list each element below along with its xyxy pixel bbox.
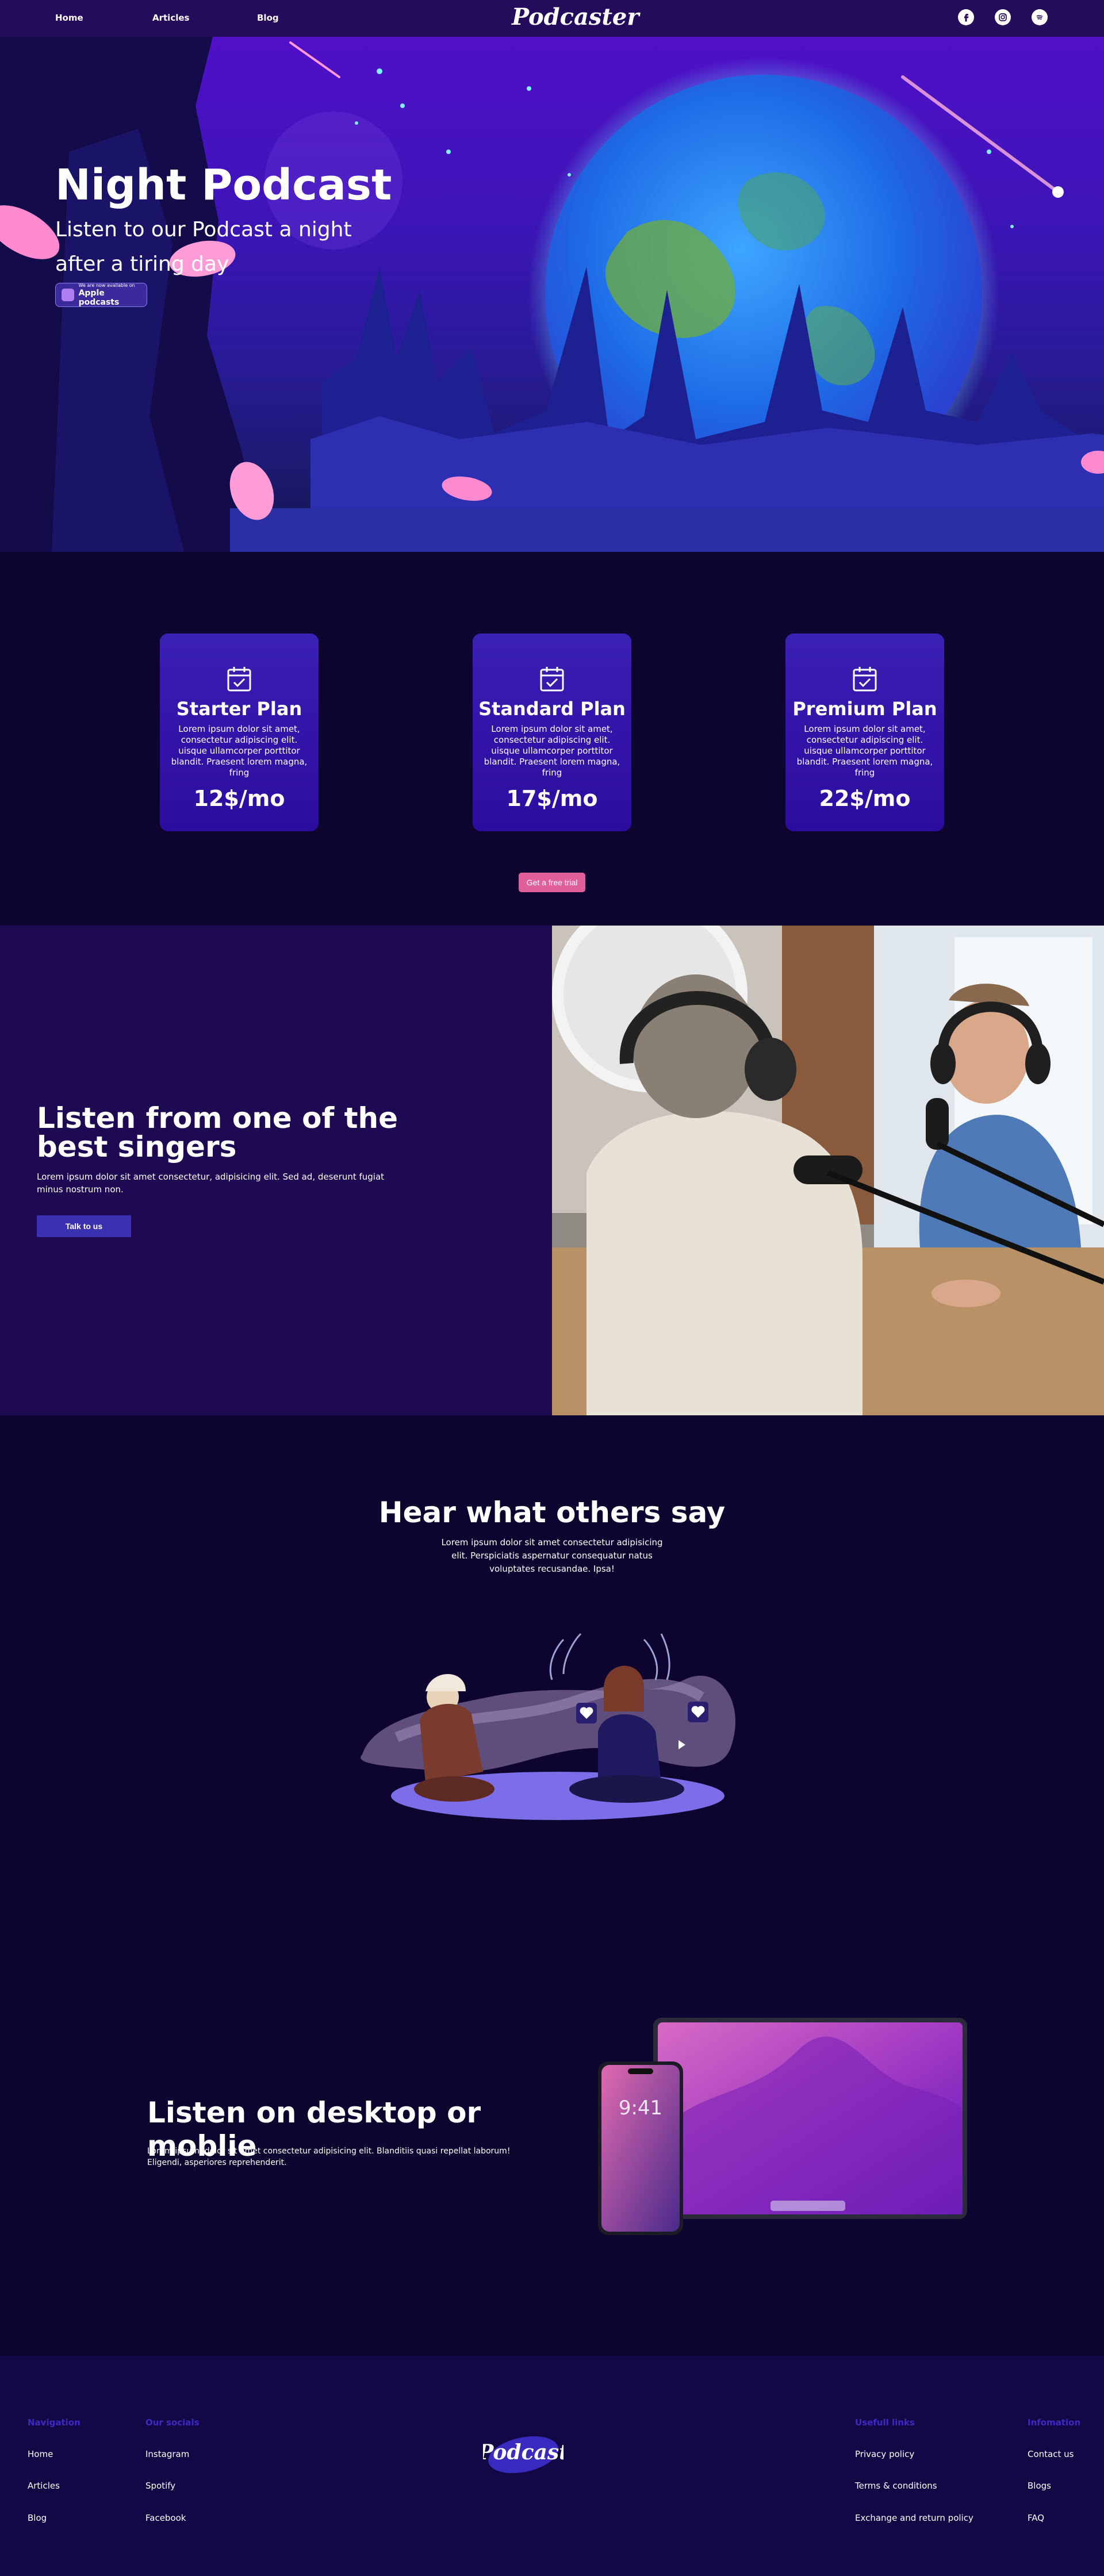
plan-card-premium[interactable]: Premium Plan Lorem ipsum dolor sit amet,… xyxy=(785,634,944,831)
plan-description: Lorem ipsum dolor sit amet, consectetur … xyxy=(171,724,308,778)
footer-link-facebook[interactable]: Facebook xyxy=(145,2513,186,2523)
footer-link-terms[interactable]: Terms & conditions xyxy=(855,2481,937,2491)
footer-logo[interactable]: Podcast xyxy=(483,2427,564,2479)
plan-price: 12$/mo xyxy=(193,786,285,811)
desktop-text: Lorem ipsum, dolor sit amet consectetur … xyxy=(147,2147,511,2167)
singers-section: Listen from one of the best singers Lore… xyxy=(0,926,1104,1415)
footer-link-blog[interactable]: Blog xyxy=(28,2513,47,2523)
footer-logo-text: Podcast xyxy=(483,2440,564,2464)
badge-small-text: We are now available on xyxy=(78,283,135,288)
podcast-studio-photo xyxy=(552,926,1104,1415)
footer-link-spotify[interactable]: Spotify xyxy=(145,2481,175,2491)
footer-link-faq[interactable]: FAQ xyxy=(1028,2513,1044,2523)
hero-section: Night Podcast Listen to our Podcast a ni… xyxy=(0,37,1104,552)
nav-articles-link[interactable]: Articles xyxy=(152,13,189,23)
instagram-icon[interactable] xyxy=(995,9,1011,25)
top-nav: Home Articles Blog Podcaster xyxy=(0,0,1104,37)
hero-subtitle: Listen to our Podcast a night after a ti… xyxy=(55,218,352,276)
footer-information-heading: Infomation xyxy=(1028,2417,1081,2428)
desktop-section: Listen on desktop or moblie Lorem ipsum,… xyxy=(0,1897,1104,2356)
talk-to-us-button[interactable]: Talk to us xyxy=(37,1215,131,1237)
apple-podcasts-icon xyxy=(62,289,74,301)
phone-clock: 9:41 xyxy=(619,2097,662,2120)
footer: Navigation Home Articles Blog Our social… xyxy=(0,2356,1104,2576)
hero-title: Night Podcast xyxy=(55,160,392,210)
plan-card-standard[interactable]: Standard Plan Lorem ipsum dolor sit amet… xyxy=(473,634,631,831)
footer-link-instagram[interactable]: Instagram xyxy=(145,2449,189,2459)
nav-home-link[interactable]: Home xyxy=(55,13,83,23)
footer-link-home[interactable]: Home xyxy=(28,2449,53,2459)
plan-name: Standard Plan xyxy=(478,698,626,720)
free-trial-button[interactable]: Get a free trial xyxy=(519,873,585,892)
footer-link-blogs[interactable]: Blogs xyxy=(1028,2481,1051,2491)
plan-price: 22$/mo xyxy=(819,786,911,811)
calendar-check-icon xyxy=(853,667,877,692)
plan-description: Lorem ipsum dolor sit amet, consectetur … xyxy=(796,724,933,778)
nav-blog-link[interactable]: Blog xyxy=(257,13,279,23)
devices-mockup: 9:41 xyxy=(598,2018,967,2235)
plan-description: Lorem ipsum dolor sit amet, consectetur … xyxy=(484,724,620,778)
plan-name: Premium Plan xyxy=(792,698,937,720)
footer-link-contact[interactable]: Contact us xyxy=(1028,2449,1074,2459)
plans-section: Starter Plan Lorem ipsum dolor sit amet,… xyxy=(0,552,1104,926)
site-logo[interactable]: Podcaster xyxy=(512,3,639,30)
footer-link-privacy[interactable]: Privacy policy xyxy=(855,2449,914,2459)
apple-podcasts-badge[interactable]: We are now available on Apple podcasts xyxy=(55,283,147,307)
singers-title: Listen from one of the best singers xyxy=(37,1101,398,1164)
calendar-check-icon xyxy=(540,667,564,692)
plan-price: 17$/mo xyxy=(506,786,598,811)
testimonials-title: Hear what others say xyxy=(378,1496,726,1529)
plan-name: Starter Plan xyxy=(176,698,302,720)
footer-useful-heading: Usefull links xyxy=(855,2417,915,2428)
calendar-check-icon xyxy=(227,667,251,692)
footer-socials-heading: Our socials xyxy=(145,2417,200,2428)
plan-card-starter[interactable]: Starter Plan Lorem ipsum dolor sit amet,… xyxy=(160,634,319,831)
testimonials-text: Lorem ipsum dolor sit amet consectetur a… xyxy=(441,1537,663,1574)
listeners-illustration xyxy=(361,1633,735,1820)
singers-text: Lorem ipsum dolor sit amet consectetur, … xyxy=(37,1172,385,1195)
badge-main-text: Apple podcasts xyxy=(78,289,120,307)
facebook-icon[interactable] xyxy=(958,9,974,25)
spotify-icon[interactable] xyxy=(1032,9,1048,25)
hero-background-illustration xyxy=(0,37,1104,552)
footer-link-exchange[interactable]: Exchange and return policy xyxy=(855,2513,973,2523)
footer-link-articles[interactable]: Articles xyxy=(28,2481,60,2491)
testimonials-section: Hear what others say Lorem ipsum dolor s… xyxy=(0,1415,1104,1897)
footer-navigation-heading: Navigation xyxy=(28,2417,80,2428)
